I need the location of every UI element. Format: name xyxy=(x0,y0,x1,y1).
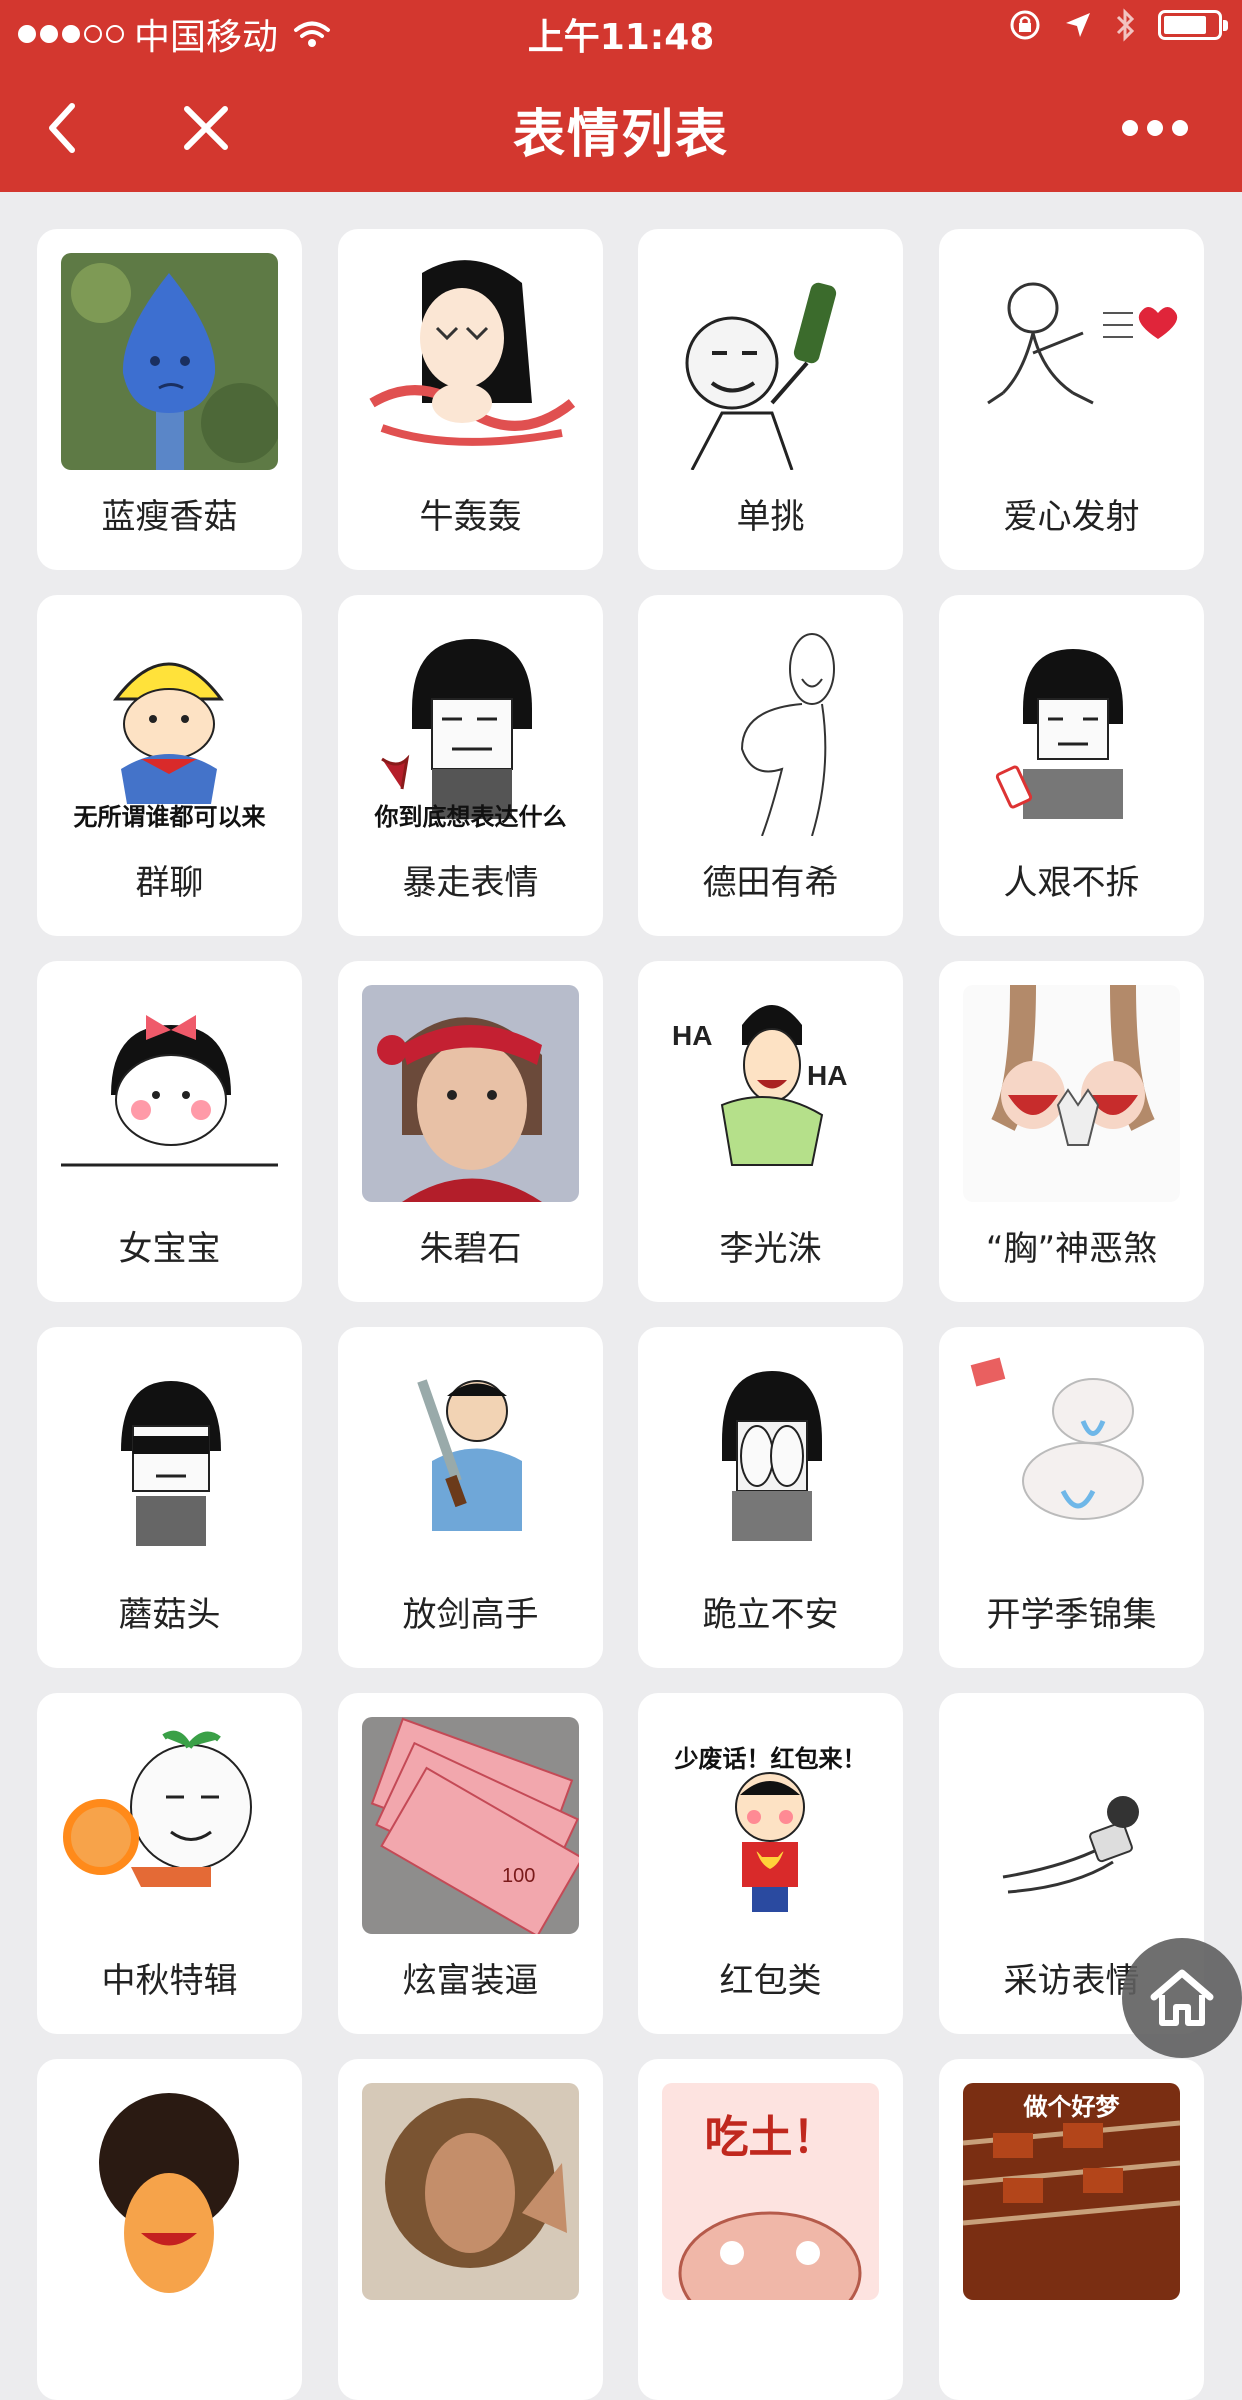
sticker-pack-label: 朱碧石 xyxy=(419,1229,522,1269)
home-icon xyxy=(1150,1969,1214,2026)
sticker-pack-label: 群聊 xyxy=(135,863,204,903)
sticker-pack-label: 中秋特辑 xyxy=(101,1961,238,2001)
sticker-pack-card[interactable]: 爱心发射 xyxy=(939,229,1204,570)
sticker-pack-label: 单挑 xyxy=(736,497,805,537)
sticker-pack-card[interactable]: 开学季锦集 xyxy=(939,1327,1204,1668)
sticker-caption-text: 吃土！ xyxy=(704,2112,837,2163)
bluetooth-icon xyxy=(1116,8,1135,42)
sticker-pack-card[interactable]: 朱碧石 xyxy=(338,961,603,1302)
sticker-thumbnail-woman-with-curly-hair xyxy=(362,2083,579,2300)
sticker-caption-text: 做个好梦 xyxy=(1023,2093,1120,2121)
sticker-pack-card[interactable]: 人艰不拆 xyxy=(939,595,1204,936)
sticker-pack-card[interactable]: 单挑 xyxy=(638,229,903,570)
sticker-pack-card[interactable]: 蓝瘦香菇 xyxy=(37,229,302,570)
sticker-pack-card[interactable]: 100 炫富装逼 xyxy=(338,1693,603,2034)
sticker-pack-card[interactable]: HA HA 李光洙 xyxy=(638,961,903,1302)
sticker-thumbnail-bowl-cut-face-wine: 你到底想表达什么 xyxy=(362,619,579,836)
sticker-thumbnail-man-with-red-headband xyxy=(362,985,579,1202)
sticker-pack-card[interactable]: 跪立不安 xyxy=(638,1327,903,1668)
sticker-pack-label: 开学季锦集 xyxy=(986,1595,1157,1635)
sticker-pack-label: 牛轰轰 xyxy=(419,497,522,537)
svg-text:HA: HA xyxy=(672,1020,712,1051)
svg-text:HA: HA xyxy=(807,1060,847,1091)
sticker-thumbnail-blue-mushroom-face xyxy=(61,253,278,470)
sticker-pack-card[interactable]: 德田有希 xyxy=(638,595,903,936)
battery-icon xyxy=(1158,10,1228,40)
sticker-pack-card[interactable]: 做个好梦 xyxy=(939,2059,1204,2400)
sticker-pack-card[interactable]: 中秋特辑 xyxy=(37,1693,302,2034)
sticker-caption-text: 无所谓谁都可以来 xyxy=(73,803,266,831)
sticker-thumbnail-line-drawing-smiling-figure xyxy=(662,619,879,836)
sticker-pack-card[interactable]: 蘑菇头 xyxy=(37,1327,302,1668)
sticker-thumbnail-cartoon-girl-long-hair xyxy=(362,253,579,470)
sticker-thumbnail-stick-figure-shooting-heart xyxy=(963,253,1180,470)
svg-text:100: 100 xyxy=(502,1865,535,1887)
sticker-pack-label: 德田有希 xyxy=(702,863,839,903)
sticker-thumbnail-eat-dirt-cartoon: 吃土！ xyxy=(662,2083,879,2300)
sticker-pack-label: 红包类 xyxy=(719,1961,822,2001)
sticker-pack-card[interactable] xyxy=(37,2059,302,2400)
sticker-thumbnail-rage-face-holding-bottle xyxy=(662,253,879,470)
nav-bar: 表情列表 xyxy=(0,60,1242,192)
sticker-pack-label: 放剑高手 xyxy=(402,1595,539,1635)
sticker-thumbnail-bun-face-with-mooncake xyxy=(61,1717,278,1934)
orientation-lock-icon xyxy=(1010,10,1040,40)
sticker-thumbnail-hand-holding-microphone xyxy=(963,1717,1180,1934)
sticker-pack-label: 蘑菇头 xyxy=(118,1595,221,1635)
sticker-pack-card[interactable]: 女宝宝 xyxy=(37,961,302,1302)
sticker-caption-text: 少废话！红包来！ xyxy=(674,1745,867,1773)
home-button[interactable] xyxy=(1122,1938,1242,2058)
sticker-thumbnail-bowl-cut-face-hands-covered xyxy=(662,1351,879,1568)
sticker-thumbnail-stack-of-banknotes: 100 xyxy=(362,1717,579,1934)
sticker-pack-card[interactable]: 你到底想表达什么暴走表情 xyxy=(338,595,603,936)
sticker-pack-card[interactable]: “胸”神恶煞 xyxy=(939,961,1204,1302)
location-arrow-icon xyxy=(1066,13,1090,37)
sticker-thumbnail-crying-cartoon-babies xyxy=(963,1351,1180,1568)
sticker-thumbnail-bowl-cut-face-phone xyxy=(963,619,1180,836)
status-bar: 中国移动 上午11:48 xyxy=(0,0,1242,60)
sticker-thumbnail-cat-in-bikini-top xyxy=(963,985,1180,1202)
sticker-thumbnail-cartoon-boy-yellow-helmet: 无所谓谁都可以来 xyxy=(61,619,278,836)
sticker-thumbnail-laughing-man-ha-ha: HA HA xyxy=(662,985,879,1202)
sticker-pack-label: 女宝宝 xyxy=(118,1229,221,1269)
sticker-pack-label: 炫富装逼 xyxy=(402,1961,539,2001)
sticker-thumbnail-cartoon-girl-red-bow xyxy=(61,985,278,1202)
sticker-pack-card[interactable]: 牛轰轰 xyxy=(338,229,603,570)
sticker-pack-label: 李光洙 xyxy=(719,1229,822,1269)
battery-level xyxy=(1164,16,1206,34)
sticker-pack-card[interactable] xyxy=(338,2059,603,2400)
sticker-thumbnail-barbecue-skewers: 做个好梦 xyxy=(963,2083,1180,2300)
sticker-pack-card[interactable]: 放剑高手 xyxy=(338,1327,603,1668)
sticker-pack-card[interactable]: 少废话！红包来！ 红包类 xyxy=(638,1693,903,2034)
sticker-pack-label: 跪立不安 xyxy=(702,1595,839,1635)
sticker-pack-card[interactable]: 吃土！ xyxy=(638,2059,903,2400)
sticker-pack-label: 蓝瘦香菇 xyxy=(101,497,238,537)
page-title: 表情列表 xyxy=(512,105,729,165)
sticker-thumbnail-bowl-cut-face-sunglasses xyxy=(61,1351,278,1568)
sticker-thumbnail-man-holding-knife xyxy=(362,1351,579,1568)
sticker-pack-label: 爱心发射 xyxy=(1003,497,1140,537)
sticker-pack-label: “胸”神恶煞 xyxy=(985,1229,1158,1269)
more-button[interactable] xyxy=(1115,88,1195,168)
sticker-caption-text: 你到底想表达什么 xyxy=(374,803,567,831)
sticker-thumbnail-boy-holding-red-envelope: 少废话！红包来！ xyxy=(662,1717,879,1934)
sticker-thumbnail-afro-cartoon-face xyxy=(61,2083,278,2300)
more-dots-icon xyxy=(1122,120,1188,136)
sticker-pack-label: 人艰不拆 xyxy=(1003,863,1140,903)
sticker-pack-card[interactable]: 无所谓谁都可以来群聊 xyxy=(37,595,302,936)
sticker-pack-label: 暴走表情 xyxy=(402,863,539,903)
